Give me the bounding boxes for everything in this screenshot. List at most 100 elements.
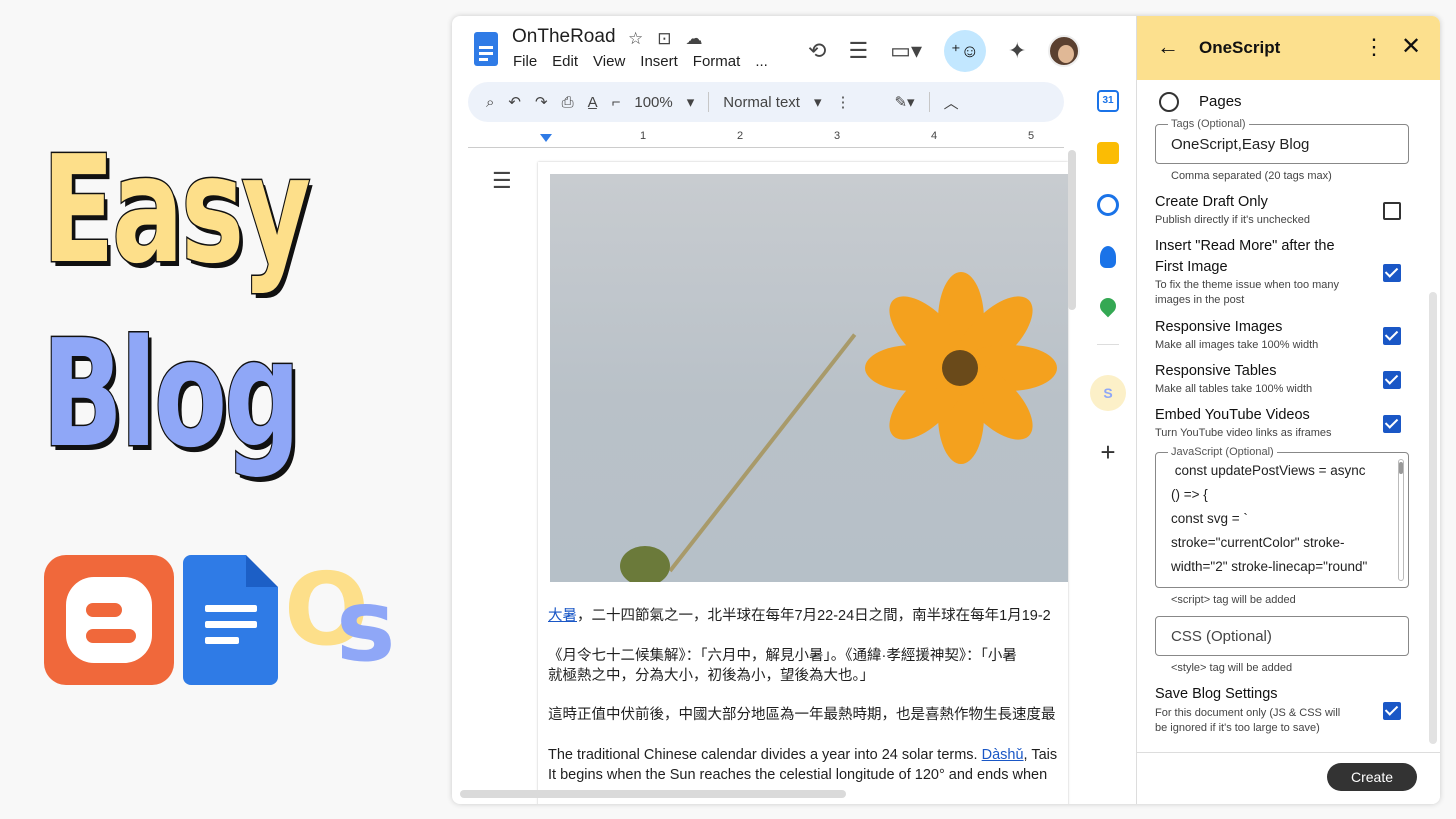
calendar-icon[interactable]: 31 — [1097, 90, 1119, 112]
keep-icon[interactable] — [1097, 142, 1119, 164]
js-line: () => { — [1171, 487, 1208, 502]
gemini-icon[interactable]: ✦ — [1008, 38, 1026, 64]
option-save-settings-desc2: be ignored if it's too large to save) — [1155, 722, 1320, 734]
collapse-chevron-up-icon[interactable]: ︿ — [944, 92, 959, 113]
document-horizontal-scrollbar[interactable] — [460, 790, 846, 798]
ruler-tick: 5 — [1028, 130, 1035, 142]
ruler-tick: 1 — [640, 130, 647, 142]
meet-icon[interactable]: ▭▾ — [890, 38, 922, 64]
indent-marker[interactable] — [540, 134, 552, 142]
share-button[interactable]: ⁺☺ — [944, 30, 987, 72]
style-select[interactable]: Normal text — [723, 94, 800, 111]
google-docs-logo — [183, 555, 278, 685]
link-dashu[interactable]: Dàshǔ — [982, 747, 1024, 763]
editing-mode-pencil-icon[interactable]: ✎▾ — [894, 93, 914, 111]
star-icon[interactable]: ☆ — [628, 29, 643, 49]
menu-file[interactable]: File — [513, 53, 537, 70]
zoom-chevron-down-icon[interactable]: ▾ — [687, 93, 695, 111]
option-read-more: Insert "Read More" after the — [1155, 238, 1335, 254]
onescript-addon-icon[interactable]: S — [1090, 375, 1126, 411]
checkbox-responsive-images[interactable] — [1383, 327, 1401, 345]
panel-header: ← OneScript ⋮ ✕ — [1137, 16, 1440, 80]
redo-icon[interactable]: ↷ — [535, 93, 548, 111]
zoom-select[interactable]: 100% — [634, 94, 672, 111]
checkbox-embed-youtube[interactable] — [1383, 415, 1401, 433]
option-embed-youtube: Embed YouTube Videos — [1155, 407, 1310, 423]
checkbox-read-more[interactable] — [1383, 264, 1401, 282]
avatar[interactable] — [1048, 35, 1081, 67]
undo-icon[interactable]: ↶ — [508, 93, 521, 111]
panel-scrollbar[interactable] — [1429, 292, 1437, 744]
version-history-icon[interactable]: ⟲ — [808, 38, 826, 64]
menu-edit[interactable]: Edit — [552, 53, 578, 70]
move-folder-icon[interactable]: ⊡ — [657, 29, 671, 49]
blogger-b-shape — [66, 577, 152, 663]
side-apps-rail: 31 S + — [1090, 90, 1126, 465]
checkbox-save-settings[interactable] — [1383, 702, 1401, 720]
more-options-icon[interactable]: ⋮ — [835, 93, 850, 111]
search-icon[interactable]: ⌕ — [486, 94, 494, 111]
option-save-settings-desc: For this document only (JS & CSS will — [1155, 707, 1341, 719]
add-person-icon: ⁺☺ — [951, 40, 979, 61]
ruler-tick: 3 — [834, 130, 841, 142]
print-icon[interactable]: ⎙ — [562, 94, 574, 111]
close-icon[interactable]: ✕ — [1401, 32, 1421, 61]
style-chevron-down-icon[interactable]: ▾ — [814, 93, 822, 111]
paint-format-icon[interactable]: ⌐ — [612, 94, 621, 111]
menu-more[interactable]: ... — [755, 53, 768, 70]
link-dashu-chinese[interactable]: 大暑 — [548, 608, 577, 624]
toolbar-divider — [708, 92, 710, 112]
menu-format[interactable]: Format — [693, 53, 741, 70]
menu-view[interactable]: View — [593, 53, 625, 70]
contacts-icon[interactable] — [1100, 246, 1116, 268]
document-page[interactable]: 大暑，二十四節氣之一，北半球在每年7月22-24日之間，南半球在每年1月19-2… — [538, 162, 1068, 804]
back-arrow-icon[interactable]: ← — [1157, 34, 1179, 60]
paragraph-2-line-1: 《月令七十二候集解》：「六月中，解見小暑」。《通緯·孝經援神契》：「小暑 — [548, 648, 1017, 664]
flower-bud — [620, 546, 670, 582]
flower-center — [942, 350, 978, 386]
radio-pages-label[interactable]: Pages — [1199, 93, 1242, 110]
promo-banner: Easy Blog O s — [0, 0, 440, 819]
more-vert-icon[interactable]: ⋮ — [1363, 34, 1385, 60]
css-field[interactable]: CSS (Optional) — [1155, 616, 1409, 656]
option-responsive-images-desc: Make all images take 100% width — [1155, 339, 1319, 351]
promo-word-blog: Blog — [41, 308, 302, 480]
radio-pages[interactable] — [1159, 92, 1179, 112]
css-input[interactable]: CSS (Optional) — [1171, 628, 1272, 645]
tags-field[interactable]: Tags (Optional) OneScript,Easy Blog — [1155, 118, 1409, 164]
css-helper: <style> tag will be added — [1171, 662, 1293, 674]
document-title[interactable]: OnTheRoad — [512, 26, 616, 48]
tasks-icon[interactable] — [1097, 194, 1119, 216]
cloud-status-icon[interactable]: ☁ — [686, 29, 703, 49]
javascript-field[interactable]: JavaScript (Optional) const updatePostVi… — [1155, 446, 1409, 588]
onescript-panel: ← OneScript ⋮ ✕ Pages Tags (Optional) On… — [1136, 16, 1440, 804]
tags-helper: Comma separated (20 tags max) — [1171, 170, 1332, 182]
document-outline-icon[interactable]: ☰ — [492, 168, 512, 194]
javascript-scrollbar[interactable] — [1398, 459, 1404, 581]
checkbox-create-draft[interactable] — [1383, 202, 1401, 220]
tags-input[interactable]: OneScript,Easy Blog — [1171, 136, 1309, 153]
option-create-draft-desc: Publish directly if it's unchecked — [1155, 214, 1310, 226]
create-button[interactable]: Create — [1327, 763, 1417, 791]
maps-icon[interactable] — [1096, 294, 1120, 318]
javascript-input[interactable]: const updatePostViews = async () => { co… — [1171, 459, 1393, 579]
menu-insert[interactable]: Insert — [640, 53, 678, 70]
ruler[interactable]: 1 2 3 4 5 — [468, 128, 1064, 148]
option-read-more-desc: To fix the theme issue when too many — [1155, 279, 1340, 291]
docs-app-icon[interactable] — [474, 32, 498, 66]
comments-icon[interactable]: ☰ — [848, 38, 868, 64]
menu-bar: File Edit View Insert Format ... — [513, 53, 768, 70]
checkbox-responsive-tables[interactable] — [1383, 371, 1401, 389]
javascript-legend: JavaScript (Optional) — [1168, 446, 1277, 458]
os-logo-s: s — [336, 567, 396, 684]
js-line: stroke="currentColor" stroke- — [1171, 535, 1345, 550]
add-addon-plus-icon[interactable]: + — [1100, 439, 1115, 465]
spellcheck-icon[interactable]: A̲ — [588, 94, 598, 111]
paragraph-4-line-2: It begins when the Sun reaches the celes… — [548, 767, 1048, 783]
option-embed-youtube-desc: Turn YouTube video links as iframes — [1155, 427, 1332, 439]
title-actions: ☆ ⊡ ☁ — [628, 29, 703, 49]
panel-title: OneScript — [1199, 38, 1281, 57]
document-vertical-scrollbar[interactable] — [1068, 150, 1076, 310]
ruler-tick: 2 — [737, 130, 744, 142]
option-read-more-desc2: images in the post — [1155, 294, 1245, 306]
